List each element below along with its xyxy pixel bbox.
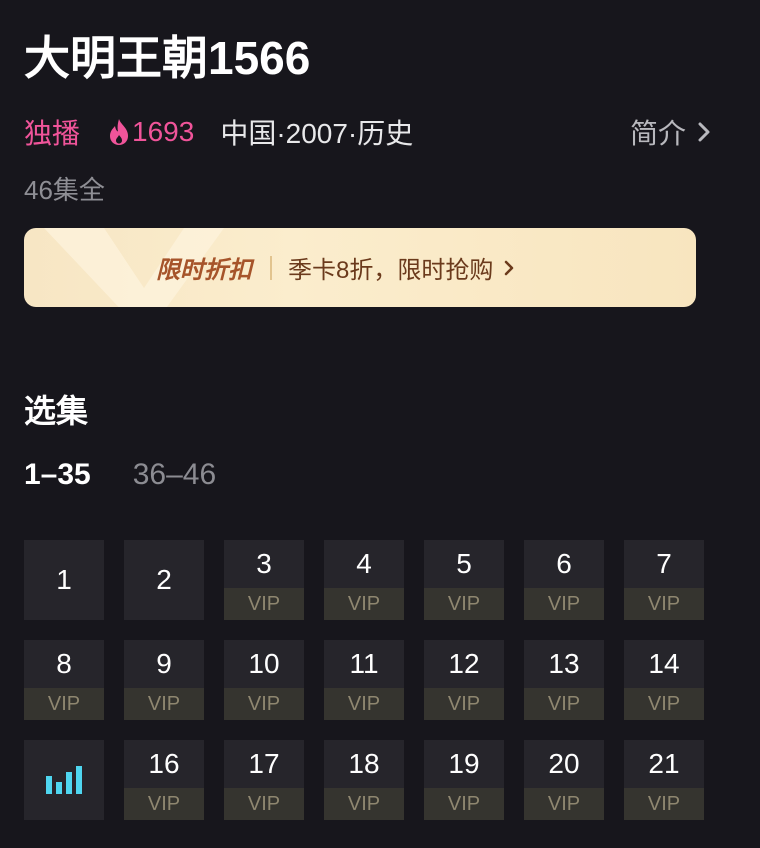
- episode-number: 21: [648, 748, 680, 779]
- vip-badge: VIP: [624, 788, 704, 820]
- episode-tile[interactable]: 20 VIP: [524, 740, 604, 820]
- vip-badge: VIP: [324, 788, 404, 820]
- episode-range-tabs: 1–35 36–46: [24, 458, 258, 492]
- episode-tile[interactable]: 18 VIP: [324, 740, 404, 820]
- episode-tile[interactable]: 11 VIP: [324, 640, 404, 720]
- episode-number: 1: [56, 564, 72, 595]
- promo-tag: 限时折扣: [156, 257, 252, 284]
- vip-badge: VIP: [624, 588, 704, 620]
- vip-badge: VIP: [224, 588, 304, 620]
- episode-tile[interactable]: 3 VIP: [224, 540, 304, 620]
- episode-number: 8: [56, 648, 72, 679]
- episode-number: 6: [556, 548, 572, 579]
- promo-banner[interactable]: 限时折扣 季卡8折，限时抢购: [24, 228, 696, 307]
- vip-badge: VIP: [524, 788, 604, 820]
- episode-tile[interactable]: 6 VIP: [524, 540, 604, 620]
- episode-number: 11: [349, 648, 379, 679]
- episode-tile[interactable]: 17 VIP: [224, 740, 304, 820]
- episode-number: 13: [548, 648, 580, 679]
- episode-tile[interactable]: 2: [124, 540, 204, 620]
- episode-number: 12: [448, 648, 480, 679]
- vip-badge: VIP: [124, 788, 204, 820]
- episode-tile[interactable]: 14 VIP: [624, 640, 704, 720]
- episode-number: 5: [456, 548, 472, 579]
- episode-tile[interactable]: 10 VIP: [224, 640, 304, 720]
- episode-tile[interactable]: 21 VIP: [624, 740, 704, 820]
- episode-tile-playing[interactable]: [24, 740, 104, 820]
- episode-tile[interactable]: 1: [24, 540, 104, 620]
- vip-badge: VIP: [224, 788, 304, 820]
- heat-score: 1693: [108, 116, 194, 148]
- episode-number: 4: [356, 548, 372, 579]
- meta-row: 独播 1693 中国·2007·历史: [24, 112, 413, 152]
- intro-button[interactable]: 简介: [630, 112, 712, 152]
- episode-number: 17: [248, 748, 280, 779]
- flame-icon: [108, 118, 132, 146]
- chevron-right-icon: [686, 121, 712, 143]
- vip-badge: VIP: [524, 688, 604, 720]
- vip-badge: VIP: [524, 588, 604, 620]
- episode-number: 16: [148, 748, 180, 779]
- episode-count: 46集全: [24, 175, 105, 205]
- episode-tile[interactable]: 5 VIP: [424, 540, 504, 620]
- promo-text: 季卡8折，限时抢购: [288, 257, 494, 284]
- intro-label: 简介: [629, 118, 686, 149]
- episode-number: 14: [648, 648, 680, 679]
- episode-tile[interactable]: 9 VIP: [124, 640, 204, 720]
- range-tab-36-46[interactable]: 36–46: [133, 458, 216, 492]
- episode-number: 7: [656, 548, 672, 579]
- chevron-right-icon: [503, 259, 515, 277]
- vip-badge: VIP: [624, 688, 704, 720]
- episode-number: 10: [248, 648, 280, 679]
- heat-value: 1693: [132, 116, 195, 147]
- episode-number: 19: [448, 748, 480, 779]
- vip-badge: VIP: [324, 688, 404, 720]
- episode-tile[interactable]: 7 VIP: [624, 540, 704, 620]
- episode-number: 9: [156, 648, 172, 679]
- vip-badge: VIP: [424, 788, 504, 820]
- vip-badge: VIP: [424, 588, 504, 620]
- episode-tile[interactable]: 8 VIP: [24, 640, 104, 720]
- episode-tile[interactable]: 4 VIP: [324, 540, 404, 620]
- episodes-section-title: 选集: [24, 393, 89, 429]
- episode-number: 3: [256, 548, 272, 579]
- episode-number: 20: [548, 748, 580, 779]
- vip-badge: VIP: [224, 688, 304, 720]
- episode-tile[interactable]: 12 VIP: [424, 640, 504, 720]
- exclusive-badge: 独播: [24, 118, 81, 149]
- promo-divider: [270, 255, 272, 280]
- episode-tile[interactable]: 13 VIP: [524, 640, 604, 720]
- range-tab-1-35[interactable]: 1–35: [24, 458, 91, 492]
- episode-number: 18: [348, 748, 380, 779]
- vip-badge: VIP: [24, 688, 104, 720]
- vip-badge: VIP: [324, 588, 404, 620]
- vip-badge: VIP: [124, 688, 204, 720]
- episode-tile[interactable]: 16 VIP: [124, 740, 204, 820]
- episode-number: 2: [156, 564, 172, 595]
- page-title: 大明王朝1566: [24, 32, 311, 84]
- vip-badge: VIP: [424, 688, 504, 720]
- show-info: 中国·2007·历史: [220, 118, 414, 149]
- episode-tile[interactable]: 19 VIP: [424, 740, 504, 820]
